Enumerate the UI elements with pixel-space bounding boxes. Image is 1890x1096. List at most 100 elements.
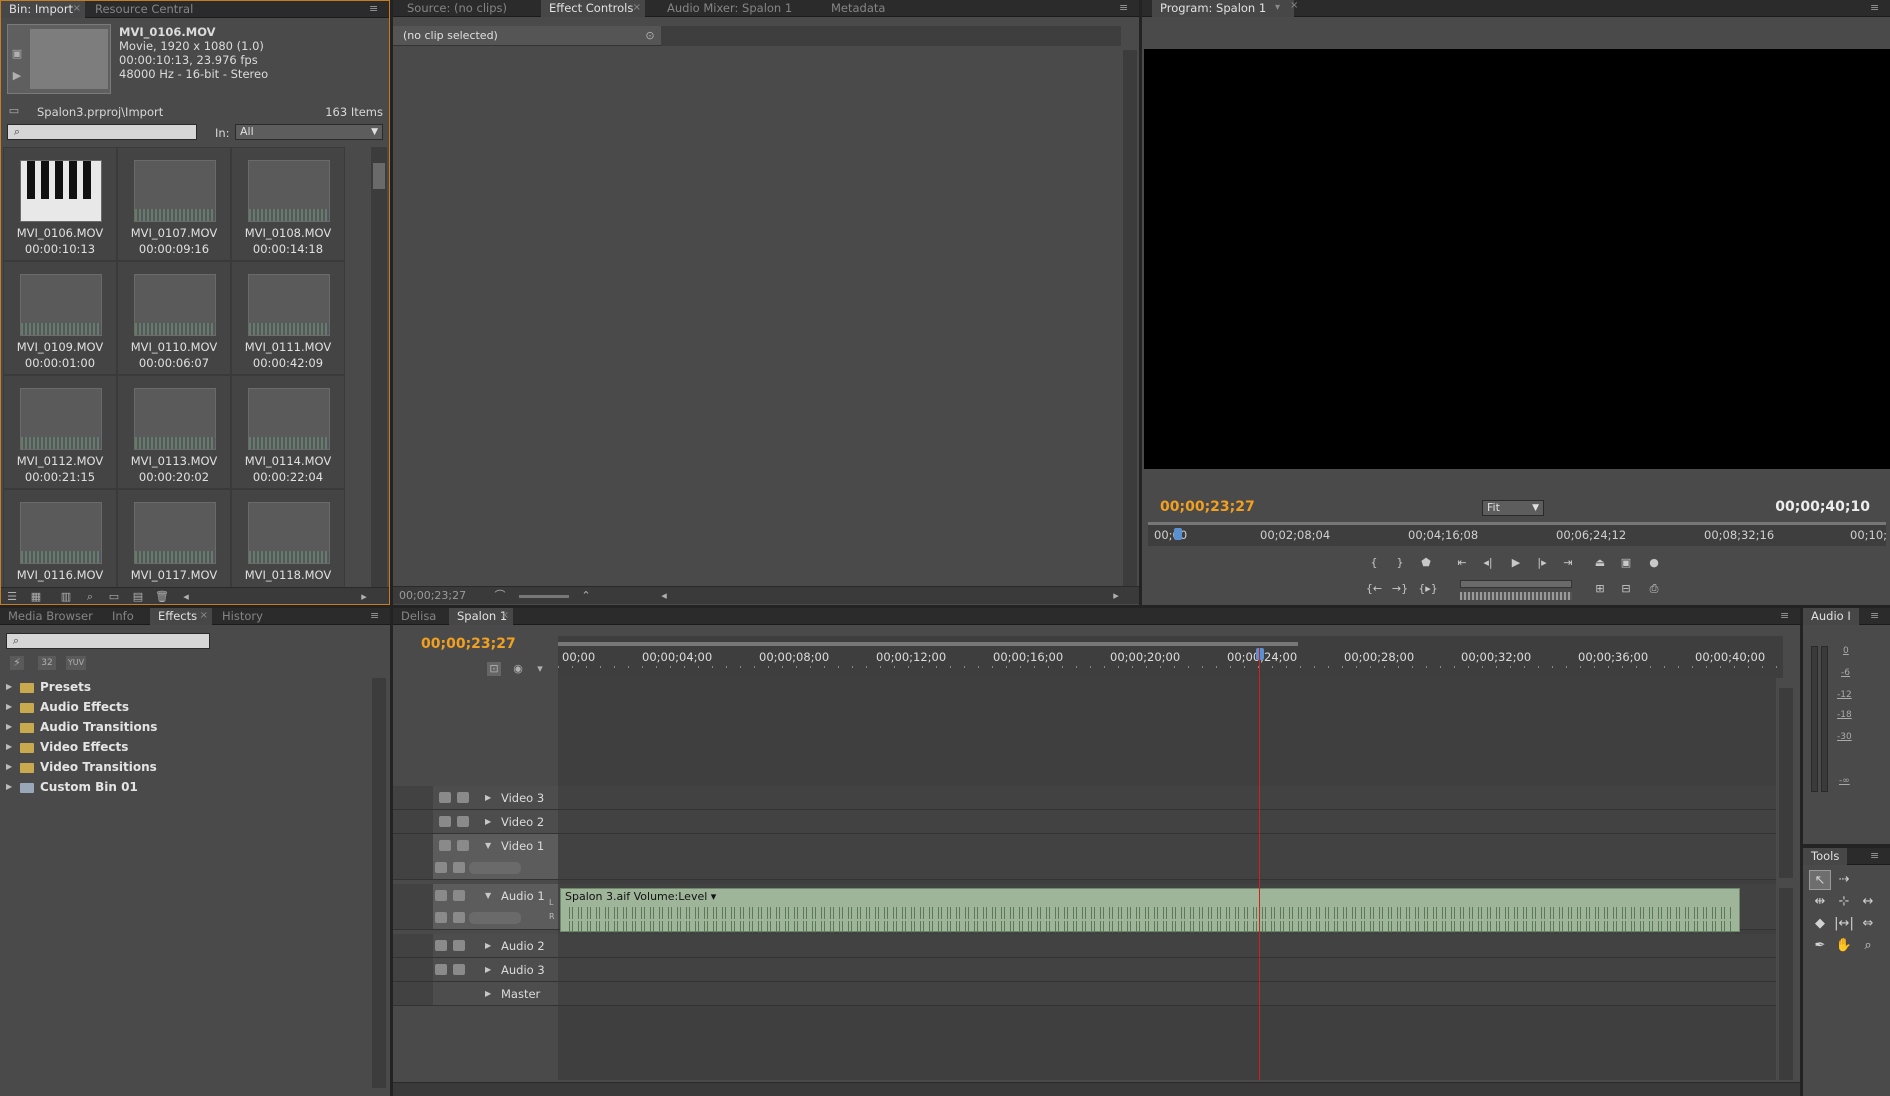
go-to-out-icon[interactable]: ⇥ (1558, 554, 1578, 572)
tab-audio-mixer[interactable]: Audio Mixer: Spalon 1 (659, 0, 809, 17)
play-icon[interactable]: ▶ (10, 69, 24, 83)
tab-bin-import[interactable]: Bin: Import × (1, 1, 85, 18)
expand-icon[interactable]: ▶ (485, 817, 491, 826)
close-icon[interactable]: × (633, 0, 641, 16)
panel-menu-icon[interactable]: ≡ (1119, 1, 1133, 14)
bin-item[interactable]: MVI_0114.MOV 00:00:22:04 (231, 375, 345, 489)
lock-icon[interactable] (457, 792, 469, 803)
keyframe-marker-icon[interactable]: ▾ (533, 662, 547, 676)
play-in-to-out-icon[interactable]: {▸} (1418, 580, 1438, 598)
playhead-marker[interactable] (1174, 528, 1182, 540)
expand-icon[interactable]: ▶ (485, 989, 491, 998)
zoom-in-icon[interactable]: ⌃ (579, 589, 593, 603)
tab-delisa[interactable]: Delisa (393, 608, 447, 625)
bin-item[interactable]: MVI_0118.MOV (231, 489, 345, 587)
bin-item[interactable]: MVI_0117.MOV (117, 489, 231, 587)
lock-icon[interactable] (457, 840, 469, 851)
pen-tool-icon[interactable]: ✒ (1809, 936, 1831, 956)
add-marker-icon[interactable]: ⬟ (1416, 554, 1436, 572)
selection-tool-icon[interactable]: ↖ (1809, 870, 1831, 890)
automate-to-sequence-icon[interactable]: ▥ (59, 590, 73, 604)
panel-menu-icon[interactable]: ≡ (369, 2, 383, 15)
tab-source[interactable]: Source: (no clips) (399, 0, 539, 17)
tree-folder-audio-effects[interactable]: ▶ Audio Effects (0, 698, 370, 716)
set-marker-icon[interactable]: ◉ (511, 662, 525, 676)
eye-icon[interactable] (439, 792, 451, 803)
extract-icon[interactable]: ⊞ (1590, 580, 1610, 598)
razor-tool-icon[interactable]: ◆ (1809, 914, 1831, 934)
tab-effect-controls[interactable]: Effect Controls × (541, 0, 645, 17)
lock-icon[interactable] (457, 816, 469, 827)
expand-icon[interactable]: ▶ (6, 738, 12, 756)
keyframe-navigator[interactable] (469, 862, 521, 874)
tab-effects[interactable]: Effects × (150, 608, 212, 625)
display-style-icon[interactable] (435, 862, 447, 873)
audio-clip[interactable]: Spalon 3.aif Volume:Level ▾ (560, 888, 1740, 933)
in-filter-dropdown[interactable]: All ▼ (235, 124, 383, 140)
play-icon[interactable]: ▶ (1506, 554, 1526, 572)
export-frame-icon[interactable]: ⎙ (1644, 580, 1664, 598)
shuttle-slider[interactable] (1460, 580, 1572, 588)
speaker-icon[interactable] (435, 890, 447, 901)
bin-item[interactable]: MVI_0107.MOV 00:00:09:16 (117, 147, 231, 261)
keyframe-navigator[interactable] (469, 912, 521, 924)
expand-icon[interactable]: ▶ (485, 793, 491, 802)
step-back-icon[interactable]: ◂| (1478, 554, 1498, 572)
jog-wheel[interactable] (1460, 592, 1572, 600)
slip-tool-icon[interactable]: |↔| (1833, 914, 1855, 934)
zoom-slider[interactable] (519, 595, 569, 598)
lock-icon[interactable] (453, 964, 465, 975)
list-view-icon[interactable]: ☰ (5, 590, 19, 604)
lift-icon[interactable]: ⏏ (1590, 554, 1610, 572)
speaker-icon[interactable] (435, 940, 447, 951)
tab-tools[interactable]: Tools (1803, 848, 1847, 865)
tab-media-browser[interactable]: Media Browser (0, 608, 116, 625)
trash-icon[interactable]: 🗑 (155, 590, 169, 604)
work-area-bar[interactable] (558, 642, 1298, 646)
program-time-ruler[interactable]: 00;00 00;02;08;04 00;04;16;08 00;06;24;1… (1148, 522, 1887, 546)
bin-item[interactable]: MVI_0111.MOV 00:00:42:09 (231, 261, 345, 375)
effect-scrollbar[interactable] (1123, 50, 1137, 586)
expand-icon[interactable]: ▶ (485, 941, 491, 950)
lock-icon[interactable] (453, 940, 465, 951)
expand-icon[interactable]: ▶ (6, 758, 12, 776)
expand-icon[interactable]: ▶ (6, 718, 12, 736)
bin-item[interactable]: MVI_0108.MOV 00:00:14:18 (231, 147, 345, 261)
hand-tool-icon[interactable]: ✋ (1833, 936, 1855, 956)
playhead-marker[interactable] (1256, 648, 1264, 660)
snap-icon[interactable]: ⊡ (487, 662, 501, 676)
expand-icon[interactable]: ▶ (6, 778, 12, 796)
bin-item[interactable]: MVI_0110.MOV 00:00:06:07 (117, 261, 231, 375)
bin-search-input[interactable]: ⌕ (7, 124, 197, 140)
tree-folder-custom-bin[interactable]: ▶ Custom Bin 01 (0, 778, 370, 796)
speaker-icon[interactable] (435, 964, 447, 975)
zoom-in-icon[interactable]: ▸ (357, 590, 371, 604)
timeline-timecode[interactable]: 00;00;23;27 (421, 636, 516, 652)
program-current-timecode[interactable]: 00;00;23;27 (1160, 499, 1255, 515)
find-icon[interactable]: ⌕ (83, 590, 97, 604)
tree-folder-presets[interactable]: ▶ Presets (0, 678, 370, 696)
expand-icon[interactable]: ▶ (485, 965, 491, 974)
panel-menu-icon[interactable]: ≡ (1870, 849, 1884, 862)
scroll-left-icon[interactable]: ◂ (657, 589, 671, 603)
expand-icon[interactable]: ▶ (6, 678, 12, 696)
bin-scrollbar[interactable] (371, 147, 387, 587)
ripple-edit-tool-icon[interactable]: ⇹ (1809, 892, 1831, 912)
tree-folder-video-transitions[interactable]: ▶ Video Transitions (0, 758, 370, 776)
close-icon[interactable]: × (200, 608, 208, 624)
new-bin-icon[interactable]: ▭ (107, 590, 121, 604)
tab-metadata[interactable]: Metadata (823, 0, 903, 17)
scrollbar-thumb[interactable] (373, 163, 385, 189)
expand-icon[interactable]: ▶ (6, 698, 12, 716)
tree-folder-audio-transitions[interactable]: ▶ Audio Transitions (0, 718, 370, 736)
bin-item[interactable]: MVI_0106.MOV 00:00:10:13 (3, 147, 117, 261)
timeline-ruler[interactable]: 00;00 00;00;04;00 00;00;08;00 00;00;12;0… (558, 636, 1783, 678)
chevron-down-icon[interactable]: ▾ (1275, 0, 1280, 16)
close-icon[interactable]: × (1290, 0, 1298, 11)
icon-view-icon[interactable]: ▦ (29, 590, 43, 604)
zoom-level-dropdown[interactable]: Fit ▼ (1482, 500, 1544, 516)
tab-audio-meters[interactable]: Audio I (1803, 608, 1859, 625)
tab-resource-central[interactable]: Resource Central (87, 1, 199, 18)
scroll-right-icon[interactable]: ▸ (1109, 589, 1123, 603)
accelerated-effects-icon[interactable]: ⚡ (10, 656, 24, 670)
